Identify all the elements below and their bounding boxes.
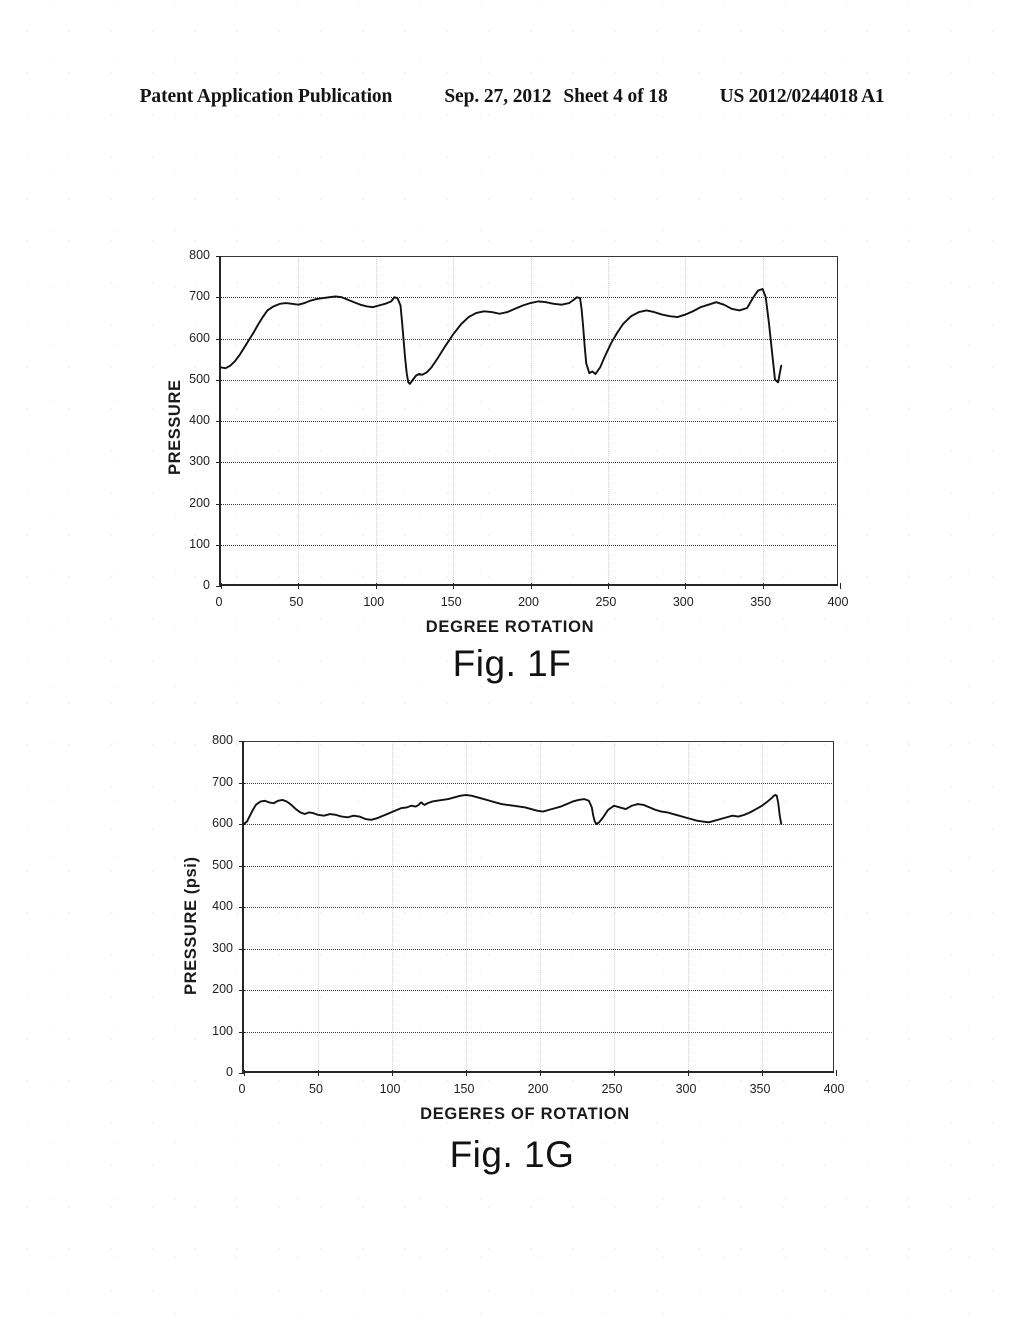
chart-1f: PRESSURE DEGREE ROTATION 0 100 200 300 400 50… bbox=[130, 225, 890, 645]
x-tick-label: 150 bbox=[453, 1082, 475, 1096]
x-tick-label: 250 bbox=[601, 1082, 623, 1096]
y-tick-label: 100 bbox=[212, 1023, 233, 1038]
header-sheet-label: Sheet 4 of 18 bbox=[563, 86, 668, 107]
x-tick-label: 100 bbox=[379, 1082, 401, 1096]
series-line-pressure bbox=[243, 794, 778, 825]
chart-1g-y-axis-title: PRESSURE (psi) bbox=[182, 856, 200, 995]
x-tick-label: 200 bbox=[527, 1082, 549, 1096]
chart-1g-x-axis-title: DEGERES OF ROTATION bbox=[420, 1105, 630, 1123]
series-line-pressure-tail bbox=[777, 364, 783, 384]
chart-series-layer bbox=[243, 794, 783, 825]
x-tick-label: 350 bbox=[749, 1082, 771, 1096]
chart-series-layer bbox=[220, 288, 783, 385]
x-tick-label: 200 bbox=[518, 595, 539, 609]
y-tick-label: 500 bbox=[212, 857, 233, 872]
chart-1f-plot-area bbox=[216, 256, 841, 589]
x-tick-label: 300 bbox=[675, 1082, 697, 1096]
x-tick-label: 250 bbox=[595, 595, 617, 609]
series-line-pressure bbox=[220, 288, 780, 385]
y-tick-label: 700 bbox=[189, 289, 210, 304]
chart-1g-plot-area bbox=[239, 741, 837, 1076]
x-tick-label: 400 bbox=[823, 1082, 845, 1096]
x-tick-label: 350 bbox=[750, 595, 772, 609]
header-publication-number: US 2012/0244018 A1 bbox=[719, 86, 885, 107]
chart-1f-x-axis-title: DEGREE ROTATION bbox=[425, 618, 595, 636]
x-tick-mark bbox=[840, 583, 841, 589]
chart-1g: PRESSURE (psi) DEGERES OF ROTATION 0 100 2… bbox=[150, 720, 900, 1130]
y-tick-label: 300 bbox=[212, 940, 233, 955]
y-tick-label: 400 bbox=[189, 413, 210, 427]
y-tick-label: 0 bbox=[226, 1065, 233, 1079]
x-tick-label: 0 bbox=[215, 595, 223, 609]
page-header: Patent Application Publication Sep. 27, … bbox=[0, 86, 1024, 108]
y-tick-label: 600 bbox=[212, 816, 233, 830]
figure-1g: PRESSURE (psi) DEGERES OF ROTATION 0 100 2… bbox=[0, 712, 1024, 1192]
x-tick-label: 300 bbox=[672, 595, 694, 609]
y-tick-label: 600 bbox=[189, 330, 210, 345]
chart-1f-y-axis-title: PRESSURE bbox=[166, 379, 184, 475]
y-tick-label: 400 bbox=[212, 899, 233, 913]
series-line-pressure-tail bbox=[775, 794, 783, 825]
y-tick-label: 200 bbox=[189, 495, 210, 510]
x-tick-label: 400 bbox=[827, 595, 849, 609]
figure-1f-caption: Fig. 1F bbox=[452, 643, 572, 684]
x-tick-label: 100 bbox=[363, 595, 385, 609]
x-tick-label: 50 bbox=[289, 595, 304, 609]
y-tick-label: 800 bbox=[189, 248, 210, 262]
x-tick-label: 0 bbox=[238, 1082, 246, 1096]
y-tick-label: 200 bbox=[212, 982, 233, 996]
y-tick-label: 800 bbox=[212, 733, 233, 747]
figure-1f: PRESSURE DEGREE ROTATION 0 100 200 300 400 50… bbox=[0, 215, 1024, 685]
header-date-label: Sep. 27, 2012 bbox=[444, 86, 552, 107]
y-tick-label: 500 bbox=[189, 371, 210, 386]
x-tick-mark bbox=[836, 1070, 837, 1076]
y-tick-label: 700 bbox=[212, 774, 233, 789]
y-tick-label: 100 bbox=[189, 536, 210, 551]
y-tick-label: 300 bbox=[189, 454, 210, 469]
header-publication-label: Patent Application Publication bbox=[139, 86, 393, 107]
x-tick-label: 150 bbox=[440, 595, 462, 609]
x-tick-label: 50 bbox=[309, 1082, 323, 1096]
y-tick-label: 0 bbox=[203, 578, 210, 592]
figure-1g-caption: Fig. 1G bbox=[449, 1134, 575, 1175]
